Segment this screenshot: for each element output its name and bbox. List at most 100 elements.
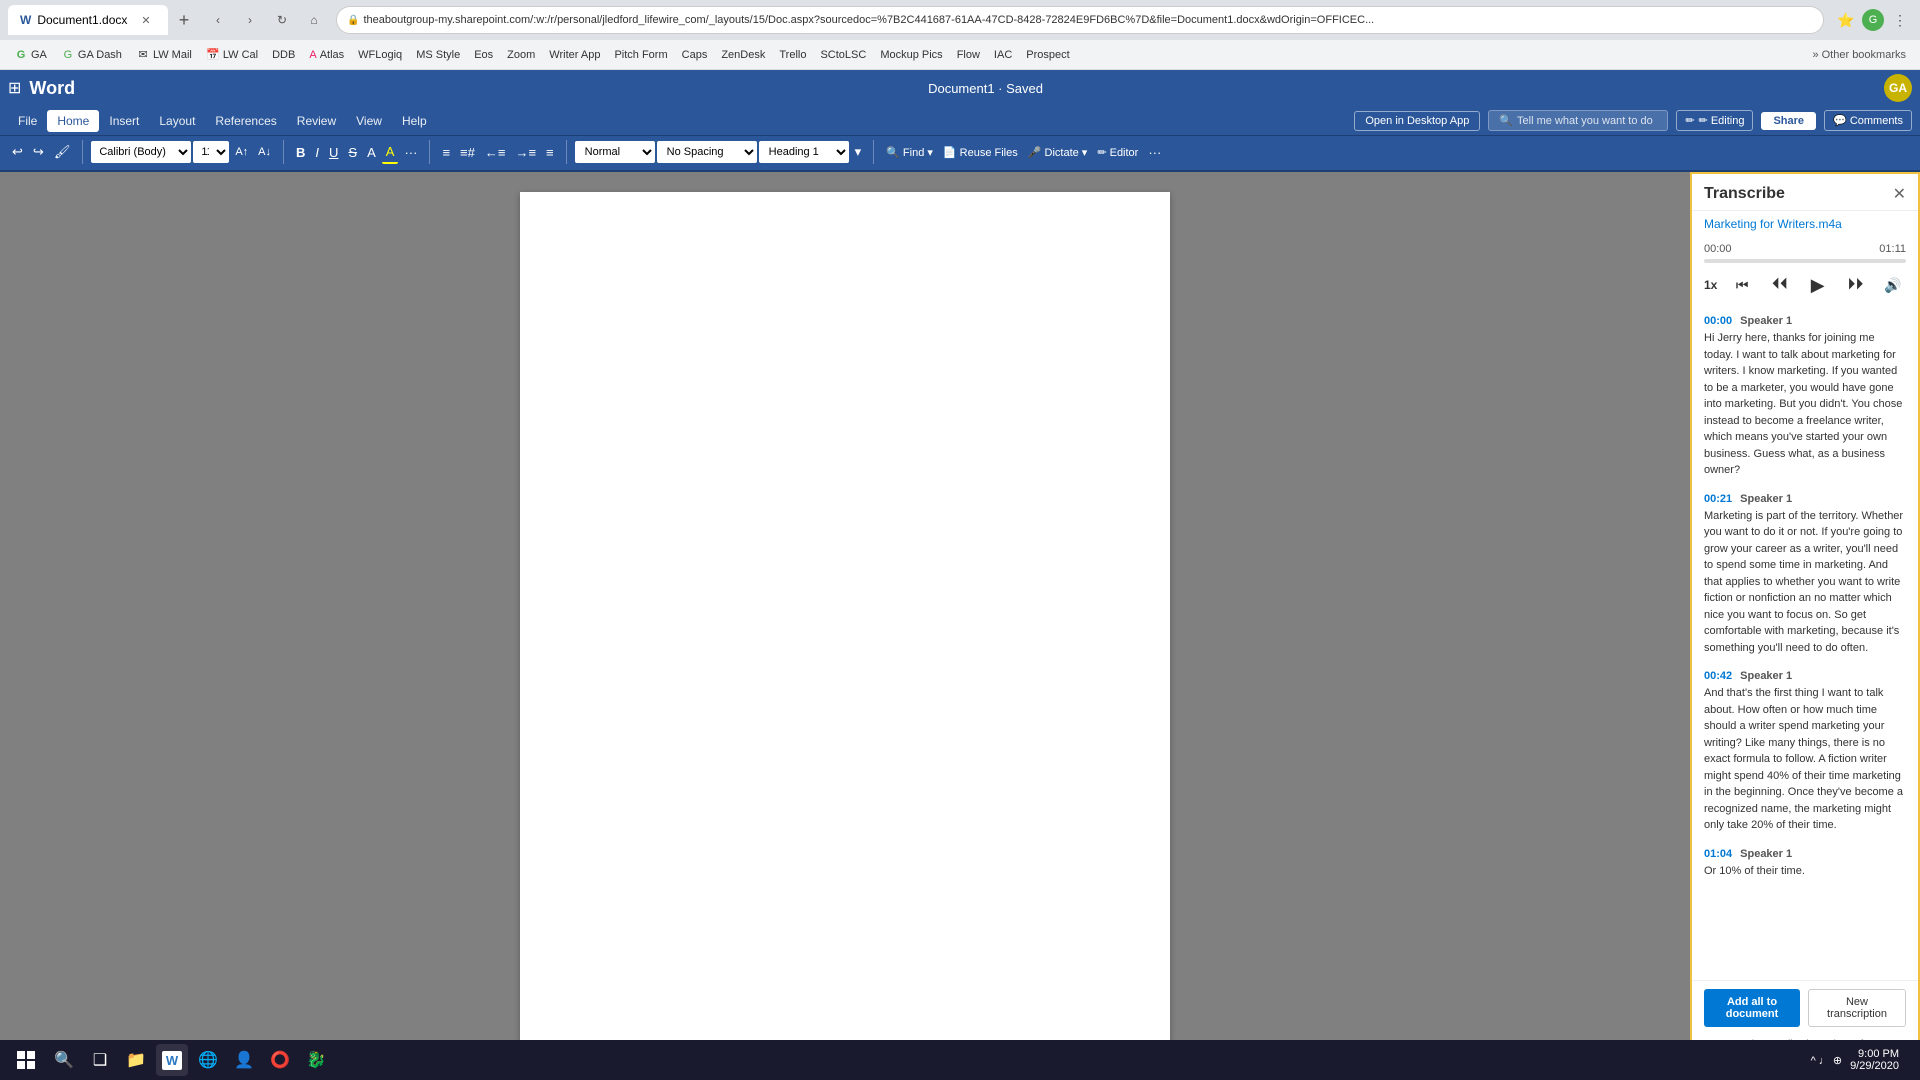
tell-me-bar[interactable]: 🔍 Tell me what you want to do [1488,110,1668,131]
style-normal-selector[interactable]: Normal [575,141,655,163]
word-taskbar-button[interactable]: W [156,1044,188,1076]
transcript-time-2[interactable]: 00:21 [1704,493,1732,505]
play-button[interactable]: ▶ [1805,271,1831,299]
tab-close-btn[interactable]: ✕ [141,14,150,27]
bookmark-lw-cal[interactable]: 📅 LW Cal [200,46,264,64]
other-bookmarks[interactable]: » Other bookmarks [1806,47,1912,63]
volume-button[interactable]: 🔊 [1880,271,1906,299]
document-page[interactable] [520,192,1170,1042]
font-color-button[interactable]: A [382,140,399,164]
bookmark-zoom[interactable]: Zoom [501,47,541,63]
profile-btn[interactable]: G [1862,9,1884,31]
reuse-files-button[interactable]: 📄 Reuse Files [939,140,1022,164]
open-desktop-button[interactable]: Open in Desktop App [1354,111,1480,131]
user-icon-taskbar[interactable]: 👤 [228,1044,260,1076]
bookmark-wflogiq[interactable]: WFLogiq [352,47,408,63]
bookmark-ms-style[interactable]: MS Style [410,47,466,63]
bookmark-zendesk[interactable]: ZenDesk [715,47,771,63]
menu-file[interactable]: File [8,110,47,132]
comments-button[interactable]: 💬 Comments [1824,110,1912,131]
new-transcription-button[interactable]: New transcription [1808,989,1906,1027]
new-tab-button[interactable]: + [172,8,196,32]
bookmark-prospect[interactable]: Prospect [1020,47,1075,63]
forward-button[interactable]: › [236,6,264,34]
bookmark-writer-app[interactable]: Writer App [543,47,606,63]
transcript-time-1[interactable]: 00:00 [1704,315,1732,327]
transcript-time-3[interactable]: 00:42 [1704,670,1732,682]
italic-button[interactable]: I [311,140,323,164]
bookmark-ga-dash[interactable]: G GA Dash [55,46,128,64]
back-button[interactable]: ‹ [204,6,232,34]
transcribe-close-button[interactable]: ✕ [1893,184,1906,204]
menu-references[interactable]: References [205,110,286,132]
home-button[interactable]: ⌂ [300,6,328,34]
skip-back-button[interactable]: ⏴⏴ [1767,271,1793,299]
strikethrough-button[interactable]: S [344,140,361,164]
ms-edge-button[interactable]: 🌐 [192,1044,224,1076]
extensions-btn[interactable]: ⭐ [1834,8,1858,32]
more-options-button[interactable]: ··· [1144,140,1165,164]
style-no-spacing-selector[interactable]: No Spacing [657,141,757,163]
audio-progress-bar[interactable] [1704,259,1906,263]
menu-review[interactable]: Review [287,110,346,132]
menu-insert[interactable]: Insert [99,110,149,132]
bullets-button[interactable]: ≡ [438,140,454,164]
style-heading1-selector[interactable]: Heading 1 [759,141,849,163]
highlight-button[interactable]: A [363,140,380,164]
bookmark-caps[interactable]: Caps [676,47,714,63]
user-avatar[interactable]: GA [1884,74,1912,102]
underline-button[interactable]: U [325,140,342,164]
menu-layout[interactable]: Layout [149,110,205,132]
apps-grid-icon[interactable]: ⊞ [8,78,21,98]
playback-speed-button[interactable]: 1x [1704,278,1717,292]
menu-home[interactable]: Home [47,110,99,132]
paragraph-align-button[interactable]: ≡ [542,140,558,164]
bookmark-eos[interactable]: Eos [468,47,499,63]
bookmark-mockup-pics[interactable]: Mockup Pics [874,47,948,63]
numbering-button[interactable]: ≡# [456,140,479,164]
search-taskbar-button[interactable]: 🔍 [48,1044,80,1076]
bookmark-atlas[interactable]: A Atlas [303,47,350,63]
shrink-font-button[interactable]: A↓ [254,140,275,164]
file-explorer-button[interactable]: 📁 [120,1044,152,1076]
share-button[interactable]: Share [1761,112,1816,130]
chrome-button[interactable]: ⭕ [264,1044,296,1076]
bookmark-sctolsc[interactable]: SCtoLSC [814,47,872,63]
styles-expand-button[interactable]: ▾ [851,140,866,164]
browser-menu-btn[interactable]: ⋮ [1888,8,1912,32]
more-font-options[interactable]: ··· [400,140,421,164]
font-name-selector[interactable]: Calibri (Body) [91,141,191,163]
bookmark-lw-mail[interactable]: ✉ LW Mail [130,46,198,64]
grow-font-button[interactable]: A↑ [231,140,252,164]
document-area[interactable] [0,172,1690,1056]
bookmark-trello[interactable]: Trello [773,47,812,63]
decrease-indent-button[interactable]: ←≡ [481,140,510,164]
add-all-to-document-button[interactable]: Add all to document [1704,989,1800,1027]
task-view-button[interactable]: ❑ [84,1044,116,1076]
find-button[interactable]: 🔍 Find ▾ [882,140,937,164]
bookmark-pitch-form[interactable]: Pitch Form [608,47,673,63]
bookmark-ddb[interactable]: DDB [266,47,301,63]
dictate-button[interactable]: 🎤 Dictate ▾ [1024,140,1092,164]
bookmark-iac[interactable]: IAC [988,47,1018,63]
format-painter-button[interactable]: 🖌 [50,140,75,164]
browser-tab[interactable]: W Document1.docx ✕ [8,5,168,35]
transcribe-filename[interactable]: Marketing for Writers.m4a [1692,211,1918,237]
bookmark-ga[interactable]: G GA [8,46,53,64]
increase-indent-button[interactable]: →≡ [511,140,540,164]
undo-button[interactable]: ↩ [8,140,27,164]
transcript-time-4[interactable]: 01:04 [1704,848,1732,860]
menu-help[interactable]: Help [392,110,437,132]
bookmark-flow[interactable]: Flow [951,47,986,63]
bold-button[interactable]: B [292,140,309,164]
app-icon-taskbar[interactable]: 🐉 [300,1044,332,1076]
editing-button[interactable]: ✏ ✏ Editing [1676,110,1753,131]
font-size-selector[interactable]: 11 [193,141,229,163]
refresh-button[interactable]: ↻ [268,6,296,34]
address-bar[interactable]: 🔒 theaboutgroup-my.sharepoint.com/:w:/r/… [336,6,1824,34]
rewind-button[interactable]: ⏮ [1729,271,1755,299]
redo-button[interactable]: ↪ [29,140,48,164]
menu-view[interactable]: View [346,110,392,132]
skip-forward-button[interactable]: ⏵⏵ [1843,271,1869,299]
editor-button[interactable]: ✏ Editor [1093,140,1142,164]
